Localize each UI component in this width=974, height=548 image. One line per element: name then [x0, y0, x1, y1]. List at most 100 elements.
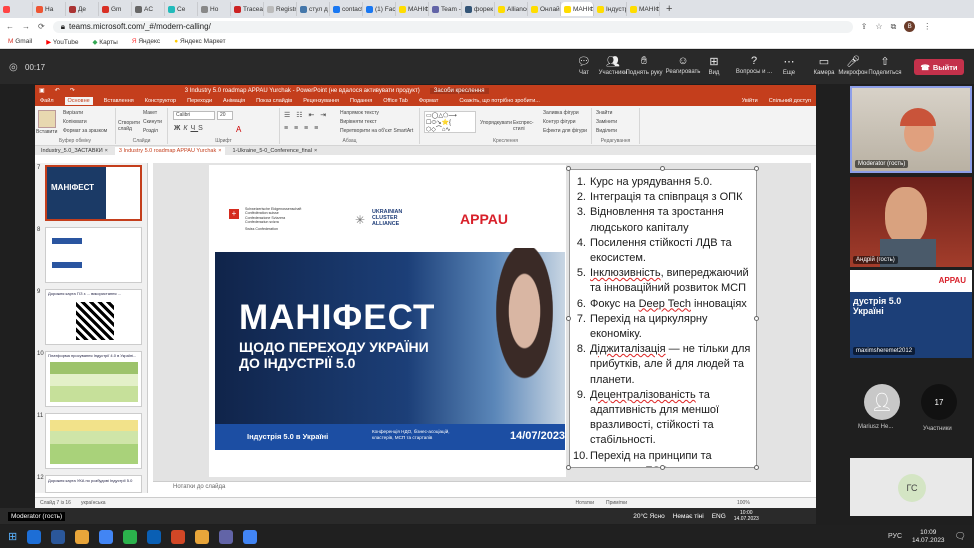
select-button[interactable]: Виділити [596, 128, 617, 134]
share-icon[interactable]: ⇪ [861, 22, 868, 31]
star-icon[interactable]: ☆ [875, 22, 882, 31]
bookmark-yandex[interactable]: Я Яндекс [132, 38, 160, 45]
undo-icon[interactable]: ↶ [55, 87, 60, 94]
mariusz-avatar[interactable]: 👤︎ [864, 384, 900, 420]
paste-button[interactable]: Вставити [36, 129, 57, 135]
arrange-button[interactable]: Упорядкувати [480, 120, 512, 126]
ribbon-tab[interactable]: Рецензування [303, 98, 339, 104]
bookmark-youtube[interactable]: ▶ YouTube [46, 38, 78, 46]
font-format-icons[interactable]: ЖКЧS [174, 125, 206, 132]
resize-handle[interactable] [660, 166, 665, 171]
notifications-icon[interactable]: 🗨︎ [955, 531, 966, 542]
ribbon-tab[interactable]: Анімація [223, 98, 245, 104]
font-color-icon[interactable]: A [236, 125, 241, 134]
resize-handle[interactable] [660, 465, 665, 470]
document-tab[interactable]: Industry_5.0_ЗАСТАВКИ × [37, 147, 112, 155]
meeting-button[interactable]: ⇧ Поделиться [866, 55, 904, 76]
meeting-button[interactable]: ✋︎ Поднять руку [625, 55, 663, 76]
format-painter-button[interactable]: Формат за зразком [63, 128, 107, 134]
new-tab-icon[interactable]: + [666, 3, 672, 15]
ribbon-tab[interactable]: Переходи [187, 98, 212, 104]
chrome-icon[interactable] [99, 529, 114, 544]
browser-tab[interactable]: МАНІФ [627, 2, 660, 16]
word-icon[interactable] [51, 529, 66, 544]
close-icon[interactable]: × [314, 148, 317, 154]
shape-effects-button[interactable]: Ефекти для фігури [543, 128, 587, 134]
browser-tab[interactable]: стул д [297, 2, 330, 16]
list-icons[interactable]: ☰ ☷ ⇤ ⇥ [284, 111, 328, 119]
video-moderator[interactable]: Moderator (гость) [850, 86, 972, 173]
redo-icon[interactable]: ↷ [70, 87, 75, 94]
system-clock[interactable]: 10:09 14.07.2023 [912, 529, 945, 545]
browser-tab[interactable]: Gm [99, 2, 132, 16]
browser-tab[interactable]: Но [198, 2, 231, 16]
ribbon-tab[interactable]: Office Tab [383, 98, 408, 104]
section-button[interactable]: Розділ [143, 128, 158, 134]
sign-in-link[interactable]: Увійти [742, 98, 758, 104]
video-maxim[interactable]: APPAU дустрія 5.0 Україні maximsheremet20… [850, 270, 972, 358]
meeting-button[interactable]: ⊞ Вид [695, 55, 733, 76]
manifesto-textbox[interactable]: 1. Курс на урядування 5.0. 2. Інтеграція та… [569, 169, 757, 468]
paste-icon[interactable] [38, 110, 56, 128]
extensions-icon[interactable]: ⧉ [891, 22, 897, 32]
browser-tab[interactable]: contact [330, 2, 363, 16]
resize-handle[interactable] [754, 465, 759, 470]
video-gs[interactable]: ГС [850, 458, 972, 516]
share-button[interactable]: Спільний доступ [769, 98, 811, 104]
ribbon-tab[interactable]: Вставлення [104, 98, 134, 104]
leave-button[interactable]: ☎ Выйти [914, 59, 964, 75]
browser-tab[interactable]: Alliance [495, 2, 528, 16]
video-andriy[interactable]: Андрій (гость) [850, 177, 972, 267]
new-slide-button[interactable]: Створити слайд [118, 120, 140, 132]
ribbon-tab[interactable]: Подання [350, 98, 372, 104]
layout-button[interactable]: Макет [143, 110, 157, 116]
font-name-select[interactable]: Calibri [173, 111, 215, 120]
ribbon-tab[interactable]: Конструктор [145, 98, 176, 104]
slide-thumbnail-8[interactable] [45, 227, 142, 283]
ribbon-tab[interactable]: Основне [64, 97, 93, 105]
browser-tab[interactable]: Registr [264, 2, 297, 16]
windows-start-icon[interactable]: ⊞ [8, 530, 17, 543]
slide-7[interactable]: + Schweizerische Eidgenossenschaft Conféd… [209, 165, 566, 477]
ribbon-tab[interactable]: Формат [419, 98, 439, 104]
close-icon[interactable]: × [105, 148, 108, 154]
cut-button[interactable]: Вирізати [63, 110, 83, 116]
slide-thumbnail-10[interactable]: Платформа просування Індустрії 4.0 в Укр… [45, 351, 142, 407]
shapes-gallery[interactable]: ▭◯△⬠⟶ ☐⬭↘⭐{⬡◇⌒⌂∿ [424, 111, 476, 133]
browser-tab[interactable]: МАНІФ [396, 2, 429, 16]
ribbon-tab[interactable]: Показ слайдів [256, 98, 292, 104]
text-direction-button[interactable]: Напрямок тексту [340, 110, 379, 116]
replace-button[interactable]: Замінити [596, 119, 617, 125]
shape-fill-button[interactable]: Заливка фігури [543, 110, 579, 116]
copy-button[interactable]: Копіювати [63, 119, 87, 125]
app-icon[interactable] [123, 529, 138, 544]
slide-thumbnail-11[interactable] [45, 413, 142, 469]
browser-tab[interactable]: (1) Face [363, 2, 396, 16]
comments-toggle[interactable]: Примітки [606, 500, 627, 506]
zoom-level[interactable]: 100% [737, 500, 750, 506]
close-icon[interactable]: × [218, 148, 221, 154]
font-size-select[interactable]: 20 [217, 111, 233, 120]
ribbon-tab[interactable]: Файл [40, 98, 54, 104]
resize-handle[interactable] [754, 316, 759, 321]
notes-pane[interactable]: Нотатки до слайда [153, 481, 811, 495]
resize-handle[interactable] [566, 316, 571, 321]
slide-thumbnail-9[interactable]: Дорожня карта ГІЗ з ... використання ... [45, 289, 142, 345]
document-tab[interactable]: 1-Ukraine_5-0_Conference_final × [228, 147, 321, 155]
profile-avatar[interactable]: B [904, 21, 916, 32]
browser-tab[interactable]: Де [66, 2, 99, 16]
app-icon[interactable] [195, 529, 210, 544]
resize-handle[interactable] [754, 166, 759, 171]
menu-icon[interactable]: ⋮ [923, 22, 931, 31]
slide-thumbnail-12[interactable]: Дорожня карта УКА по розбудові Індустрії… [45, 475, 142, 493]
align-text-button[interactable]: Вирівняти текст [340, 119, 377, 125]
align-icons[interactable]: ≡ ≡ ≡ ≡ [284, 125, 320, 132]
slide-thumbnail-7[interactable]: МАНІФЕСТ [45, 165, 142, 221]
browser-tab[interactable]: МАНІФ [561, 2, 594, 16]
document-tab[interactable]: 3 Industry 5.0 roadmap APPAU Yurchak × [114, 146, 226, 155]
resize-handle[interactable] [566, 465, 571, 470]
reset-button[interactable]: Скинути [143, 119, 162, 125]
browser-tab[interactable]: Онлай [528, 2, 561, 16]
more-participants-count[interactable]: 17 [921, 384, 957, 420]
meeting-button[interactable]: ⋯ Еще [770, 55, 808, 76]
